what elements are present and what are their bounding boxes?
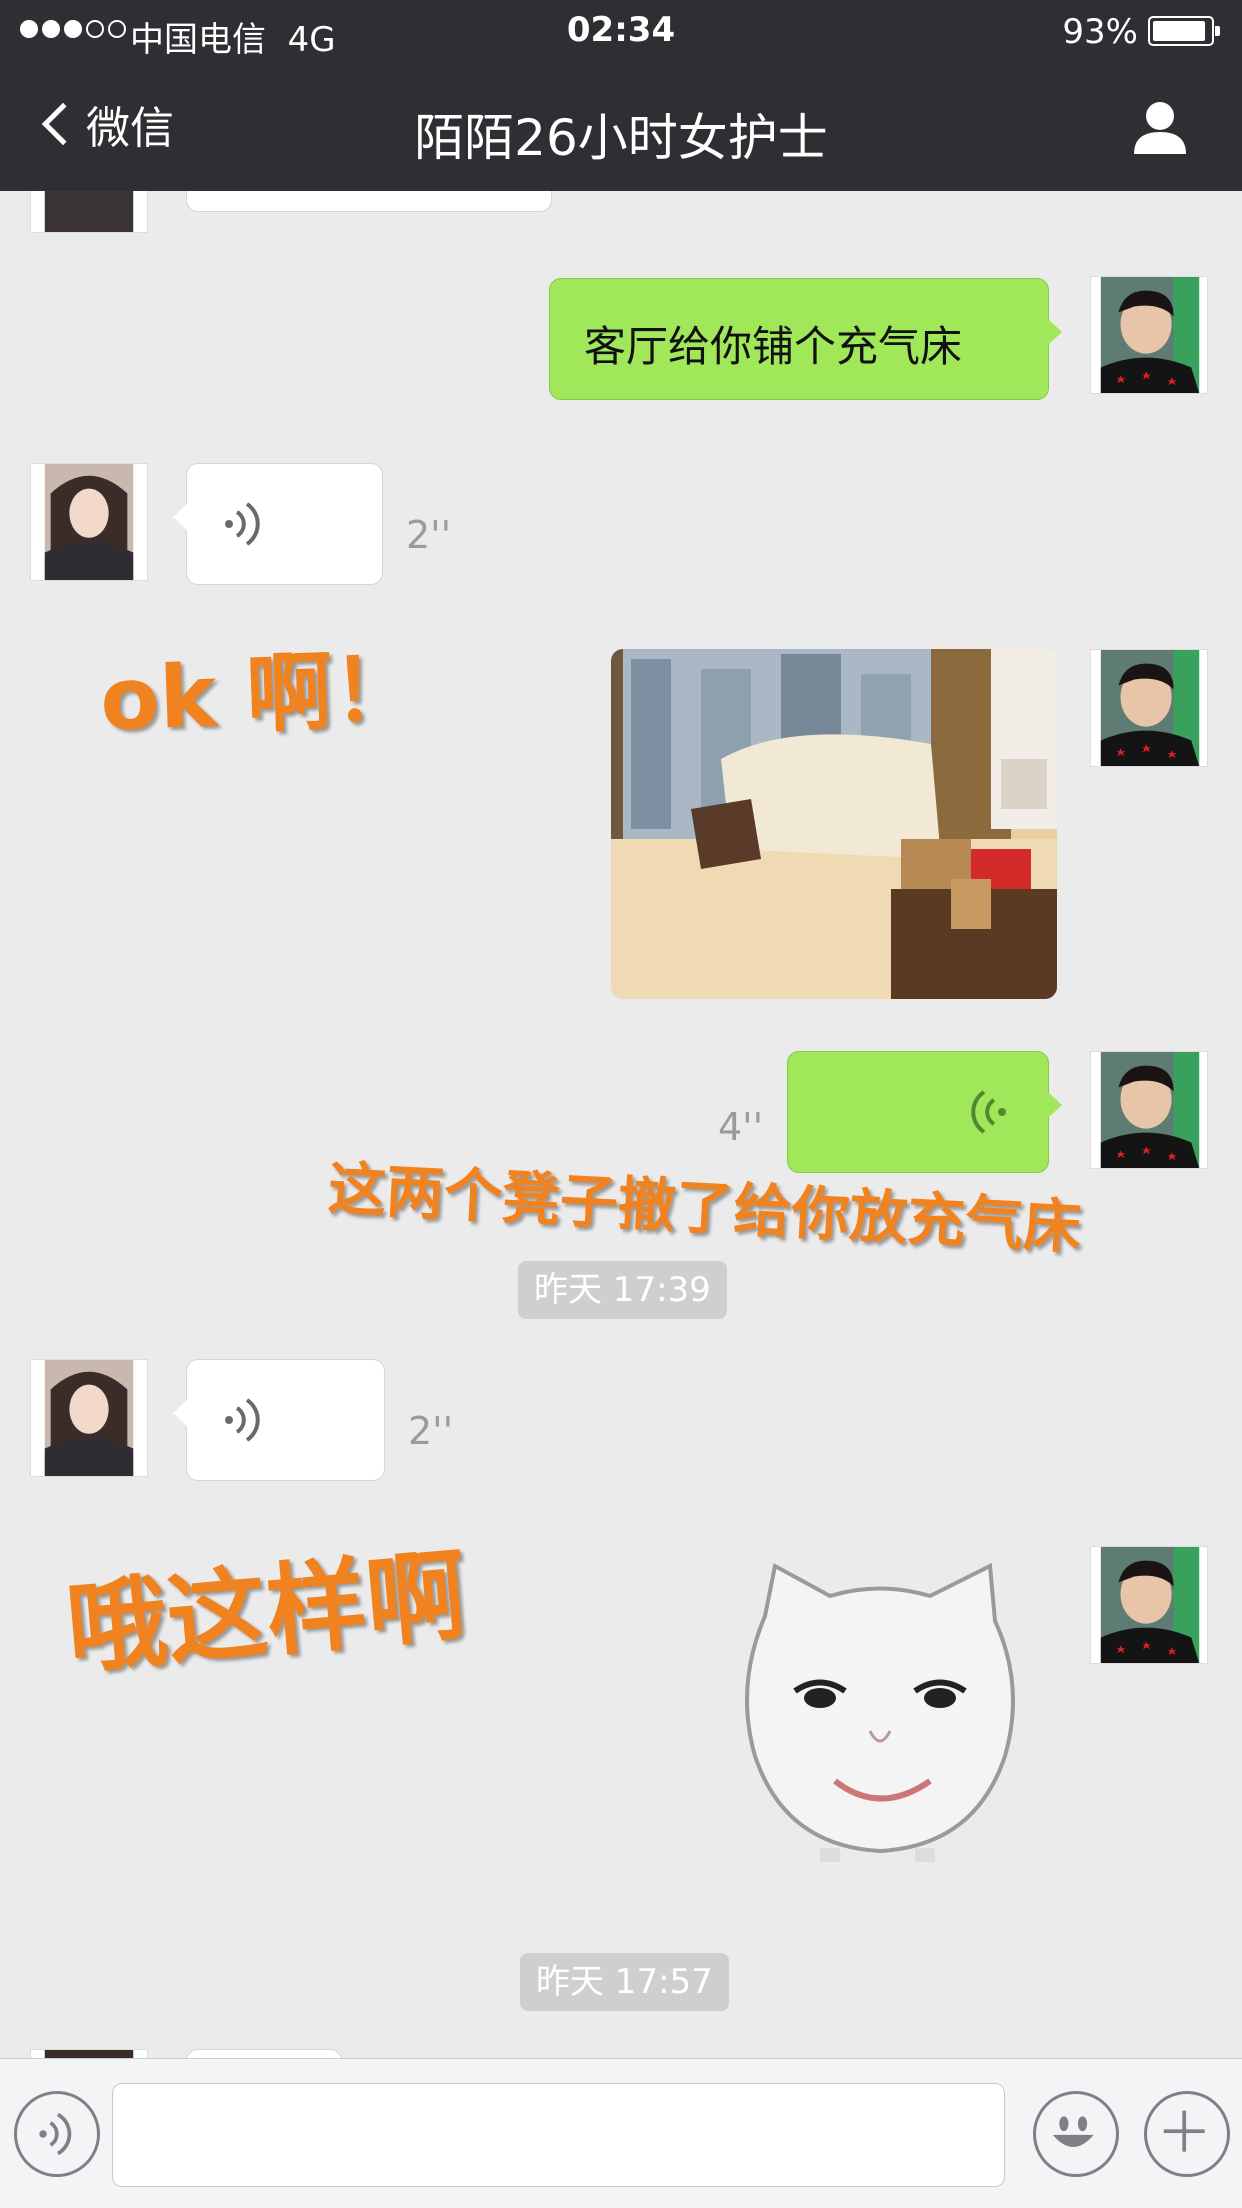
nav-bar: 微信 陌陌26小时女护士 [0, 62, 1242, 191]
voice-icon [39, 2112, 72, 2156]
voice-input-button[interactable] [14, 2091, 100, 2177]
chat-area[interactable]: 客厅给你铺个充气床 2'' ok 啊！ 4'' 这两个凳子撤了给你放充气床 昨天… [0, 191, 1242, 2058]
chat-title: 陌陌26小时女护士 [414, 109, 828, 167]
input-bar [0, 2058, 1242, 2208]
overlay-caption: 哦这样啊 [62, 1536, 472, 1689]
cat-face-sticker [745, 1562, 1015, 1862]
contact-avatar[interactable] [30, 1359, 148, 1477]
timestamp: 昨天 17:57 [520, 1953, 729, 2011]
my-avatar[interactable] [1090, 1051, 1208, 1169]
message-bubble-partial[interactable] [186, 191, 552, 212]
status-time: 02:34 [566, 10, 676, 50]
contact-avatar[interactable] [30, 463, 148, 581]
battery-icon [1148, 16, 1220, 46]
contact-avatar[interactable] [30, 2049, 148, 2058]
my-avatar[interactable] [1090, 1546, 1208, 1664]
message-bubble-partial[interactable] [186, 2049, 342, 2058]
status-bar: 中国电信 4G 02:34 93% [0, 0, 1242, 62]
voice-duration: 2'' [408, 1409, 454, 1453]
outgoing-photo-message[interactable] [611, 649, 1057, 999]
contact-avatar[interactable] [30, 191, 148, 233]
plus-icon [1163, 2110, 1205, 2152]
outgoing-voice-message[interactable] [787, 1051, 1062, 1173]
voice-icon [971, 1090, 1006, 1134]
my-avatar[interactable] [1090, 276, 1208, 394]
voice-icon [225, 1398, 260, 1442]
room-photo [611, 649, 1057, 999]
timestamp: 昨天 17:39 [518, 1261, 727, 1319]
message-input[interactable] [112, 2083, 1005, 2187]
voice-icon [225, 502, 260, 546]
top-bar: 中国电信 4G 02:34 93% 微信 陌陌26小时女护士 [0, 0, 1242, 191]
emoji-button[interactable] [1033, 2091, 1119, 2177]
more-button[interactable] [1144, 2091, 1230, 2177]
sticker-message[interactable] [725, 1556, 1035, 1866]
chat-info-button[interactable] [1132, 98, 1188, 156]
incoming-voice-message[interactable] [173, 1359, 385, 1481]
emoji-icon [1052, 2116, 1094, 2148]
voice-duration: 2'' [406, 513, 452, 557]
overlay-caption: ok 啊！ [98, 639, 421, 751]
profile-icon [1134, 102, 1186, 154]
outgoing-text-message[interactable]: 客厅给你铺个充气床 [549, 278, 1062, 400]
my-avatar[interactable] [1090, 649, 1208, 767]
battery-percent: 93% [1062, 12, 1138, 52]
message-text: 客厅给你铺个充气床 [584, 322, 963, 371]
voice-duration: 4'' [718, 1105, 764, 1149]
incoming-voice-message[interactable] [173, 463, 383, 585]
